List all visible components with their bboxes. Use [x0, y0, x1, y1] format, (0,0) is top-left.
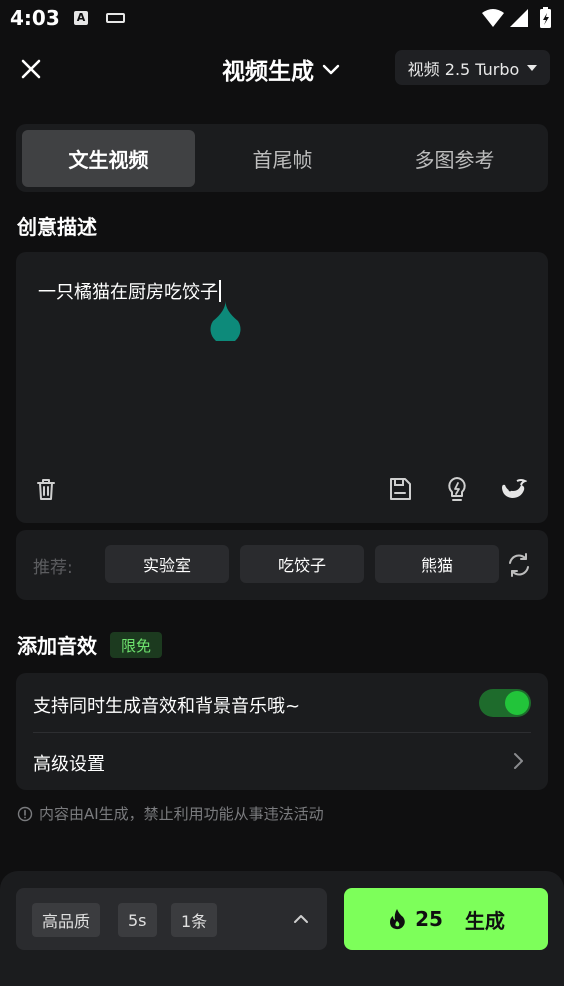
generate-button[interactable]: 25 生成 — [344, 888, 548, 950]
count-option[interactable]: 1条 — [171, 903, 218, 937]
duration-option[interactable]: 5s — [118, 903, 157, 937]
disclaimer-text: 内容由AI生成，禁止利用功能从事违法活动 — [39, 805, 324, 823]
sound-toggle[interactable] — [479, 689, 531, 717]
chevron-down-icon — [322, 64, 340, 75]
generate-label: 生成 — [464, 908, 505, 933]
disclaimer: 内容由AI生成，禁止利用功能从事违法活动 — [17, 803, 324, 824]
recommend-chip[interactable]: 熊猫 — [375, 545, 499, 583]
status-time: 4:03 — [10, 6, 60, 30]
chevron-up-icon[interactable] — [292, 910, 310, 928]
prompt-value: 一只橘猫在厨房吃饺子 — [38, 282, 218, 303]
model-label: 视频 2.5 Turbo — [407, 59, 520, 79]
divider — [33, 732, 531, 733]
trash-icon[interactable] — [32, 475, 60, 503]
title-dropdown[interactable]: 视频生成 — [200, 50, 364, 88]
status-bar: 4:03 A — [0, 0, 564, 38]
deepseek-whale-icon[interactable] — [499, 475, 527, 503]
refresh-icon[interactable] — [506, 552, 532, 578]
recommend-chip[interactable]: 实验室 — [105, 545, 229, 583]
recommend-label: 推荐: — [33, 558, 73, 578]
prompt-section-title: 创意描述 — [17, 215, 97, 239]
toggle-knob — [505, 691, 529, 715]
flame-icon — [390, 909, 405, 930]
recommend-chip[interactable]: 吃饺子 — [240, 545, 364, 583]
tab-first-last-frame[interactable]: 首尾帧 — [196, 130, 369, 187]
tab-multi-image-reference[interactable]: 多图参考 — [368, 130, 541, 187]
mode-tabs: 文生视频 首尾帧 多图参考 — [16, 124, 548, 192]
sound-section-title: 添加音效 — [17, 634, 97, 658]
close-icon[interactable] — [14, 52, 48, 86]
generation-options[interactable]: 高品质 5s 1条 — [16, 888, 327, 950]
bottom-bar: 高品质 5s 1条 25 生成 — [0, 871, 564, 986]
signal-icon — [510, 9, 528, 27]
info-icon — [17, 806, 33, 821]
chevron-right-icon[interactable] — [510, 750, 526, 772]
quality-option[interactable]: 高品质 — [32, 903, 101, 937]
prompt-input[interactable]: 一只橘猫在厨房吃饺子 — [38, 278, 221, 304]
lightbulb-icon[interactable] — [443, 475, 471, 503]
page-title: 视频生成 — [222, 59, 314, 85]
prompt-input-box[interactable]: 一只橘猫在厨房吃饺子 — [16, 252, 548, 523]
text-cursor — [219, 280, 221, 302]
caret-down-icon — [527, 64, 538, 71]
free-badge: 限免 — [110, 632, 163, 658]
notification-a-icon: A — [74, 11, 88, 25]
model-selector[interactable]: 视频 2.5 Turbo — [395, 50, 550, 85]
recommend-row: 推荐: 实验室 吃饺子 熊猫 — [16, 530, 548, 600]
advanced-settings-label[interactable]: 高级设置 — [33, 750, 105, 776]
keyboard-icon — [106, 13, 125, 23]
sound-settings-box: 支持同时生成音效和背景音乐哦~ 高级设置 — [16, 673, 548, 790]
wifi-icon — [482, 9, 504, 27]
tab-text-to-video[interactable]: 文生视频 — [22, 130, 195, 187]
text-selection-handle[interactable] — [209, 301, 242, 341]
generate-cost: 25 — [415, 907, 443, 931]
status-icons — [482, 7, 551, 28]
sound-toggle-label: 支持同时生成音效和背景音乐哦~ — [33, 696, 301, 717]
save-icon[interactable] — [386, 475, 414, 503]
